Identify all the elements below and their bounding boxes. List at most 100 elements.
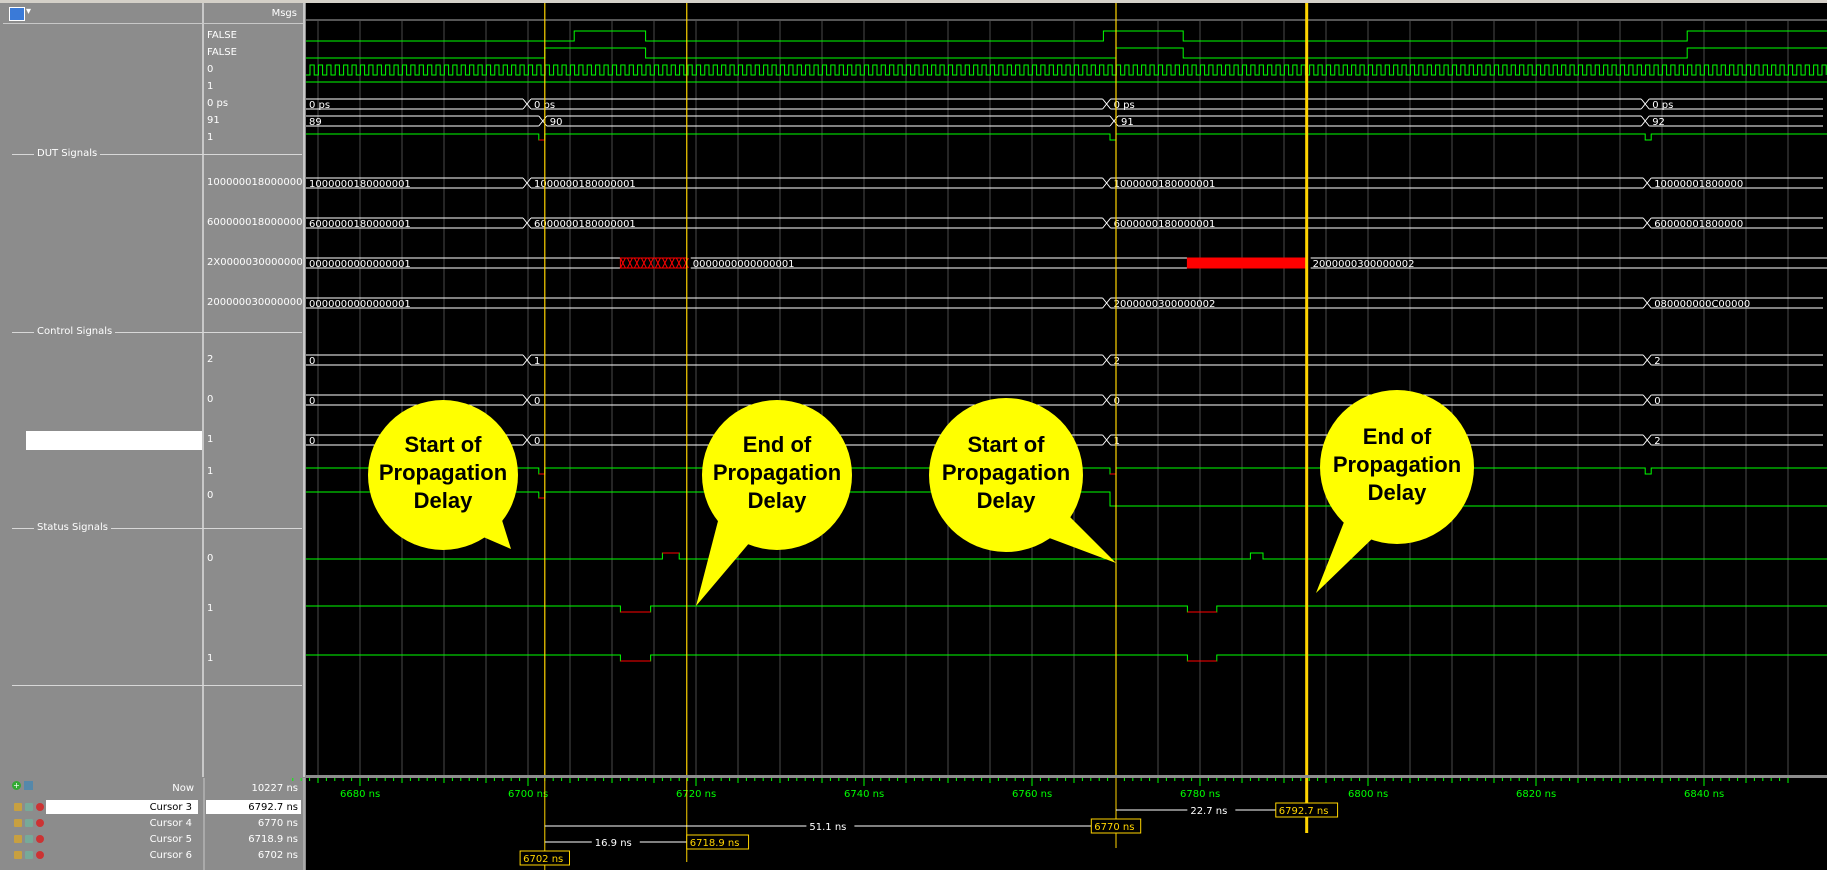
meas-bus-segment <box>1118 115 1642 127</box>
ruler-label: 6820 ns <box>1516 789 1556 800</box>
zero-wave <box>306 552 1827 560</box>
cursor-value[interactable]: 6770 ns <box>206 818 298 829</box>
signal-value: 0 <box>207 394 214 405</box>
tby-bus-transition <box>1642 297 1652 309</box>
shiftfn-bus-transition <box>1102 434 1111 446</box>
resultv-wave <box>306 133 1827 141</box>
pencil-icon[interactable] <box>25 851 33 859</box>
y-bus-label: 0000000000000001 <box>309 259 411 270</box>
signal-value: FALSE <box>207 30 237 41</box>
lock-icon[interactable] <box>14 835 22 843</box>
pencil-icon[interactable] <box>25 835 33 843</box>
names-header: ▾ <box>3 3 202 24</box>
logicfn-bus-label: 0 <box>534 396 540 407</box>
stim-prop-bus-segment <box>306 98 523 110</box>
cursor-time-label: 6702 ns <box>523 854 563 865</box>
meas-bus-label: 92 <box>1652 117 1665 128</box>
cursor-name[interactable]: Cursor 6 <box>100 850 192 861</box>
msgs-header-label: Msgs <box>271 8 297 19</box>
tby-bus-label: 080000000C00000 <box>1654 299 1750 310</box>
b-bus-transition <box>522 217 532 229</box>
b-bus-label: 60000001800000 <box>1654 219 1743 230</box>
cursor-panel: 6680 ns 6700 ns 6720 ns 6740 ns 6760 ns 6780 … <box>0 778 1827 870</box>
signal-value: 0 <box>207 64 214 75</box>
y-bus-unknown-mark <box>668 257 675 269</box>
add-cursor-icon[interactable]: + <box>12 781 21 790</box>
cursor-list-icon[interactable] <box>24 781 33 790</box>
funcclass-bus-segment <box>1651 354 1823 366</box>
callout-text: Start of Propagation Delay <box>363 431 523 515</box>
callout-line: Delay <box>1367 480 1427 505</box>
waveform-canvas[interactable]: 0 ps 0 ps 0 ps 0 ps 89 90 91 92 1000000180000001… <box>306 3 1827 775</box>
cursor-value[interactable]: 6702 ns <box>206 850 298 861</box>
cursor-name[interactable]: Cursor 3 <box>100 802 192 813</box>
a-bus-transition <box>1642 177 1652 189</box>
cursor-name[interactable]: Cursor 5 <box>100 834 192 845</box>
callout-line: End of <box>742 432 812 457</box>
stim-prop-bus-transition <box>1102 98 1111 110</box>
logicfn-bus-label: 0 <box>309 396 315 407</box>
y-bus-label: 0000000000000001 <box>693 259 795 270</box>
delete-icon[interactable] <box>36 835 44 843</box>
delta-label: 22.7 ns <box>1190 806 1227 817</box>
cursor-value[interactable]: 6792.7 ns <box>206 802 298 813</box>
chevron-down-icon[interactable]: ▾ <box>26 6 31 17</box>
cursor-name[interactable]: Cursor 4 <box>100 818 192 829</box>
signal-value: FALSE <box>207 47 237 58</box>
y-bus-label: 2000000300000002 <box>1313 259 1415 270</box>
callout-text: End of Propagation Delay <box>1317 423 1477 507</box>
callout-line: Propagation <box>941 460 1071 485</box>
pencil-icon[interactable] <box>25 803 33 811</box>
cursor-value[interactable]: 6718.9 ns <box>206 834 298 845</box>
signal-value: 2 <box>207 354 214 365</box>
shiftfn-bus-segment <box>1651 434 1823 446</box>
delete-icon[interactable] <box>36 803 44 811</box>
a-bus-transition <box>1102 177 1111 189</box>
delete-icon[interactable] <box>36 819 44 827</box>
selected-row-highlight <box>26 431 202 450</box>
meas-bus-segment <box>546 115 1110 127</box>
waveform-svg: 0 ps 0 ps 0 ps 0 ps89 90 91 921000000180000001… <box>306 3 1827 775</box>
logicfn-bus-transition <box>522 394 532 406</box>
ruler-label: 6760 ns <box>1012 789 1052 800</box>
callout-line: Propagation <box>712 460 842 485</box>
lock-icon[interactable] <box>14 803 22 811</box>
a-bus-transition <box>522 177 532 189</box>
pencil-icon[interactable] <box>25 819 33 827</box>
lock-icon[interactable] <box>14 851 22 859</box>
a-bus-label: 10000001800000 <box>1654 179 1743 190</box>
callout-line: Start of <box>967 432 1045 457</box>
a-bus-label: 1000000180000001 <box>534 179 636 190</box>
meas-bus-transition <box>538 115 548 127</box>
wave-menu-icon[interactable] <box>9 7 25 21</box>
y-bus-unknown-mark <box>654 257 661 269</box>
funcclass-bus-label: 0 <box>309 356 315 367</box>
altbu-wave <box>306 654 1827 662</box>
a-bus-label: 1000000180000001 <box>1114 179 1216 190</box>
y-bus-unknown-mark <box>661 257 668 269</box>
y-bus-unknown-mark <box>626 257 633 269</box>
divider-dut-label: DUT Signals <box>34 148 101 159</box>
signal-value: 1 <box>207 603 214 614</box>
signal-value: 91 <box>207 115 220 126</box>
logicfn-bus-segment <box>306 394 523 406</box>
delta-label: 16.9 ns <box>595 838 632 849</box>
signal-value: 1 <box>207 466 214 477</box>
stim-prop-bus-label: 0 ps <box>309 100 330 111</box>
lock-icon[interactable] <box>14 819 22 827</box>
ruler-label: 6840 ns <box>1684 789 1724 800</box>
clock-wave <box>306 64 1827 76</box>
divider-line <box>12 685 302 686</box>
shiftfn-bus-label: 2 <box>1654 436 1660 447</box>
logicfn-bus-segment <box>1651 394 1823 406</box>
b-bus-label: 6000000180000001 <box>309 219 411 230</box>
divider-control-label: Control Signals <box>34 326 116 337</box>
sstable-wave <box>306 30 1827 42</box>
delete-icon[interactable] <box>36 851 44 859</box>
callout-line: Delay <box>747 488 807 513</box>
logicfn-bus-transition <box>1102 394 1111 406</box>
stim-prop-bus-segment <box>531 98 1103 110</box>
callout-line: Delay <box>413 488 473 513</box>
a-bus-label: 1000000180000001 <box>309 179 411 190</box>
b-bus-transition <box>1642 217 1652 229</box>
